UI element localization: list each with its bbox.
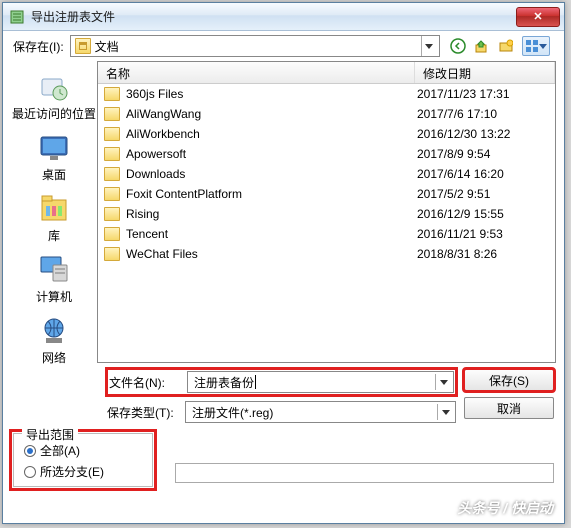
close-button[interactable]: ✕	[516, 7, 560, 27]
location-name: 文档	[95, 38, 119, 55]
folder-icon	[104, 227, 120, 241]
file-name: Foxit ContentPlatform	[126, 187, 417, 201]
watermark: 头条号 / 快启动	[457, 498, 553, 518]
filename-form: 文件名(N): 注册表备份 保存类型(T): 注册文件(*.reg) 保存(S)…	[3, 363, 564, 429]
location-combo[interactable]: 文档	[70, 35, 440, 57]
table-row[interactable]: Downloads2017/6/14 16:20	[98, 164, 555, 184]
export-legend: 导出范围	[22, 426, 78, 443]
table-row[interactable]: Tencent2016/11/21 9:53	[98, 224, 555, 244]
location-toolbar: 保存在(I): 文档	[3, 31, 564, 61]
sidebar-desktop[interactable]: 桌面	[38, 128, 70, 187]
network-icon	[38, 315, 70, 347]
folder-icon	[104, 127, 120, 141]
recent-icon	[38, 71, 70, 103]
folder-icon	[104, 207, 120, 221]
branch-input[interactable]	[175, 463, 554, 483]
table-row[interactable]: 360js Files2017/11/23 17:31	[98, 84, 555, 104]
save-button[interactable]: 保存(S)	[464, 369, 554, 391]
file-date: 2017/5/2 9:51	[417, 187, 549, 201]
view-menu-button[interactable]	[522, 36, 550, 56]
file-list: 名称 修改日期 360js Files2017/11/23 17:31AliWa…	[97, 61, 556, 363]
window-title: 导出注册表文件	[31, 8, 516, 25]
table-row[interactable]: Apowersoft2017/8/9 9:54	[98, 144, 555, 164]
filetype-combo[interactable]: 注册文件(*.reg)	[185, 401, 456, 423]
file-date: 2017/7/6 17:10	[417, 107, 549, 121]
file-rows: 360js Files2017/11/23 17:31AliWangWang20…	[98, 84, 555, 362]
titlebar: 导出注册表文件 ✕	[3, 3, 564, 31]
save-in-label: 保存在(I):	[13, 38, 64, 55]
chevron-down-icon[interactable]	[421, 36, 435, 56]
radio-icon	[24, 445, 36, 457]
file-name: AliWorkbench	[126, 127, 417, 141]
sidebar-libraries[interactable]: 库	[38, 189, 70, 248]
file-date: 2016/12/30 13:22	[417, 127, 549, 141]
table-row[interactable]: WeChat Files2018/8/31 8:26	[98, 244, 555, 264]
col-date[interactable]: 修改日期	[415, 62, 555, 83]
table-row[interactable]: Foxit ContentPlatform2017/5/2 9:51	[98, 184, 555, 204]
new-folder-icon[interactable]	[498, 38, 514, 54]
folder-icon	[104, 187, 120, 201]
sidebar-computer[interactable]: 计算机	[36, 250, 72, 309]
sidebar-network[interactable]: 网络	[38, 311, 70, 370]
column-header: 名称 修改日期	[98, 62, 555, 84]
cancel-button[interactable]: 取消	[464, 397, 554, 419]
table-row[interactable]: AliWangWang2017/7/6 17:10	[98, 104, 555, 124]
table-row[interactable]: Rising2016/12/9 15:55	[98, 204, 555, 224]
export-range-group: 导出范围 全部(A) 所选分支(E)	[13, 433, 153, 487]
file-name: Apowersoft	[126, 147, 417, 161]
chevron-down-icon[interactable]	[435, 374, 451, 390]
file-name: 360js Files	[126, 87, 417, 101]
library-icon	[38, 193, 70, 225]
computer-icon	[38, 254, 70, 286]
folder-icon	[75, 38, 91, 54]
file-date: 2017/8/9 9:54	[417, 147, 549, 161]
col-name[interactable]: 名称	[98, 62, 415, 83]
back-icon[interactable]	[450, 38, 466, 54]
folder-icon	[104, 87, 120, 101]
folder-icon	[104, 247, 120, 261]
app-icon	[9, 9, 25, 25]
file-date: 2016/12/9 15:55	[417, 207, 549, 221]
up-icon[interactable]	[474, 38, 490, 54]
file-name: AliWangWang	[126, 107, 417, 121]
radio-all[interactable]: 全部(A)	[24, 442, 142, 459]
file-name: WeChat Files	[126, 247, 417, 261]
radio-branch[interactable]: 所选分支(E)	[24, 463, 142, 480]
file-date: 2016/11/21 9:53	[417, 227, 549, 241]
sidebar-recent[interactable]: 最近访问的位置	[12, 67, 96, 126]
file-date: 2017/6/14 16:20	[417, 167, 549, 181]
places-sidebar: 最近访问的位置 桌面 库 计算机 网络	[11, 61, 97, 363]
desktop-icon	[38, 132, 70, 164]
folder-icon	[104, 167, 120, 181]
file-date: 2018/8/31 8:26	[417, 247, 549, 261]
filename-label: 文件名(N):	[109, 374, 179, 391]
folder-icon	[104, 147, 120, 161]
radio-icon	[24, 466, 36, 478]
save-dialog: 导出注册表文件 ✕ 保存在(I): 文档	[2, 2, 565, 524]
file-name: Rising	[126, 207, 417, 221]
folder-icon	[104, 107, 120, 121]
table-row[interactable]: AliWorkbench2016/12/30 13:22	[98, 124, 555, 144]
filename-input[interactable]: 注册表备份	[187, 371, 454, 393]
file-name: Tencent	[126, 227, 417, 241]
filetype-label: 保存类型(T):	[107, 404, 177, 421]
file-name: Downloads	[126, 167, 417, 181]
chevron-down-icon[interactable]	[437, 404, 453, 420]
file-date: 2017/11/23 17:31	[417, 87, 549, 101]
